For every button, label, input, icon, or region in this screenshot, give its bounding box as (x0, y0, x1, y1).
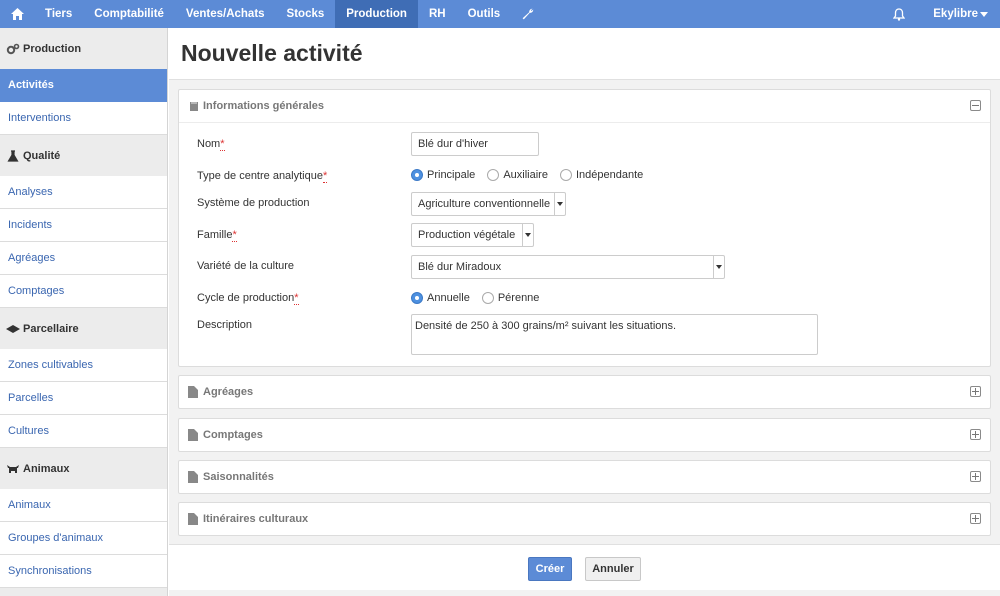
famille-select[interactable]: Production végétale (411, 223, 534, 247)
nom-input[interactable]: Blé dur d'hiver (411, 132, 539, 156)
dropdown-arrow-icon (716, 265, 722, 269)
radio-perenne[interactable]: Pérenne (481, 292, 539, 304)
main-content: Nouvelle activité Informations générales… (169, 28, 1000, 596)
general-info-panel: Informations générales Nom* Blé dur d'hi… (178, 89, 991, 367)
document-icon (188, 429, 200, 441)
sidebar-item-interventions[interactable]: Interventions (0, 102, 167, 135)
type-centre-radio-group: Principale Auxiliaire Indépendante (411, 169, 655, 181)
sidebar-item-agreages[interactable]: Agréages (0, 242, 167, 275)
user-menu[interactable]: Ekylibre (919, 0, 1000, 28)
form-actions: Créer Annuler (169, 544, 1000, 590)
notifications-button[interactable] (879, 0, 919, 28)
radio-auxiliaire[interactable]: Auxiliaire (487, 169, 548, 181)
label-famille: Famille* (197, 229, 237, 242)
collapse-icon[interactable] (970, 100, 981, 111)
systeme-production-select[interactable]: Agriculture conventionnelle (411, 192, 566, 216)
panel-header[interactable]: Agréages (179, 376, 990, 408)
label-cycle-production: Cycle de production* (197, 292, 299, 305)
panel-header[interactable]: Comptages (179, 419, 990, 451)
nav-outils[interactable]: Outils (457, 0, 512, 28)
panel-title: Comptages (203, 429, 263, 441)
sidebar-item-groupes-animaux[interactable]: Groupes d'animaux (0, 522, 167, 555)
home-icon (10, 8, 24, 20)
land-plot-icon (6, 323, 20, 335)
sidebar-item-activites[interactable]: Activités (0, 69, 167, 102)
expand-icon[interactable] (970, 429, 981, 440)
document-icon (188, 513, 200, 525)
caret-down-icon (980, 11, 988, 17)
radio-independante[interactable]: Indépendante (559, 169, 643, 181)
sidebar-item-incidents[interactable]: Incidents (0, 209, 167, 242)
cycle-radio-group: Annuelle Pérenne (411, 292, 551, 304)
label-variete: Variété de la culture (197, 260, 295, 272)
sidebar-item-analyses[interactable]: Analyses (0, 176, 167, 209)
nav-stocks[interactable]: Stocks (276, 0, 336, 28)
panel-header[interactable]: Itinéraires culturaux (179, 503, 990, 535)
panel-title: Agréages (203, 386, 254, 398)
panel-comptages[interactable]: Comptages (178, 418, 991, 452)
expand-icon[interactable] (970, 471, 981, 482)
label-systeme-production: Système de production (197, 197, 310, 209)
nav-tiers[interactable]: Tiers (34, 0, 83, 28)
radio-annuelle[interactable]: Annuelle (411, 292, 470, 304)
page-header: Nouvelle activité (169, 28, 1000, 80)
wrench-icon (522, 8, 534, 20)
expand-icon[interactable] (970, 513, 981, 524)
cancel-button[interactable]: Annuler (585, 557, 641, 581)
sidebar-section-parcellaire: Parcellaire (0, 308, 167, 349)
panel-title: Saisonnalités (203, 471, 274, 483)
page-title: Nouvelle activité (181, 40, 363, 66)
home-button[interactable] (0, 0, 34, 28)
dropdown-arrow-icon (525, 233, 531, 237)
panel-title: Informations générales (203, 100, 325, 112)
panel-title: Itinéraires culturaux (203, 513, 309, 525)
description-textarea[interactable]: Densité de 250 à 300 grains/m² suivant l… (411, 314, 818, 355)
nav-rh[interactable]: RH (418, 0, 457, 28)
panel-header[interactable]: Informations générales (179, 90, 990, 122)
gears-icon (6, 43, 20, 55)
sidebar-item-comptages[interactable]: Comptages (0, 275, 167, 308)
nav-ventes-achats[interactable]: Ventes/Achats (175, 0, 276, 28)
panel-itineraires-culturaux[interactable]: Itinéraires culturaux (178, 502, 991, 536)
dropdown-arrow-icon (557, 202, 563, 206)
bell-icon (893, 7, 906, 21)
sidebar-item-cultures[interactable]: Cultures (0, 415, 167, 448)
sidebar-section-qualite: Qualité (0, 135, 167, 176)
sidebar-item-parcelles[interactable]: Parcelles (0, 382, 167, 415)
label-description: Description (197, 319, 253, 331)
sidebar-item-zones-cultivables[interactable]: Zones cultivables (0, 349, 167, 382)
top-navbar: Tiers Comptabilité Ventes/Achats Stocks … (0, 0, 1000, 28)
panel-header[interactable]: Saisonnalités (179, 461, 990, 493)
label-nom: Nom* (197, 138, 225, 151)
nav-production[interactable]: Production (335, 0, 418, 28)
label-type-centre: Type de centre analytique* (197, 170, 328, 183)
sidebar: Production Activités Interventions Quali… (0, 28, 168, 596)
radio-principale[interactable]: Principale (411, 169, 475, 181)
nav-comptabilite[interactable]: Comptabilité (83, 0, 175, 28)
create-button[interactable]: Créer (528, 557, 572, 581)
panel-saisonnalites[interactable]: Saisonnalités (178, 460, 991, 494)
book-icon (188, 100, 200, 112)
panel-agreages[interactable]: Agréages (178, 375, 991, 409)
document-icon (188, 471, 200, 483)
settings-button[interactable] (511, 0, 545, 28)
variete-select[interactable]: Blé dur Miradoux (411, 255, 725, 279)
expand-icon[interactable] (970, 386, 981, 397)
flask-icon (6, 149, 20, 162)
sidebar-section-animaux: Animaux (0, 448, 167, 489)
user-name: Ekylibre (933, 8, 978, 20)
sidebar-item-synchronisations[interactable]: Synchronisations (0, 555, 167, 588)
cow-icon (6, 463, 20, 475)
document-icon (188, 386, 200, 398)
sidebar-section-production: Production (0, 28, 167, 69)
sidebar-item-animaux[interactable]: Animaux (0, 489, 167, 522)
